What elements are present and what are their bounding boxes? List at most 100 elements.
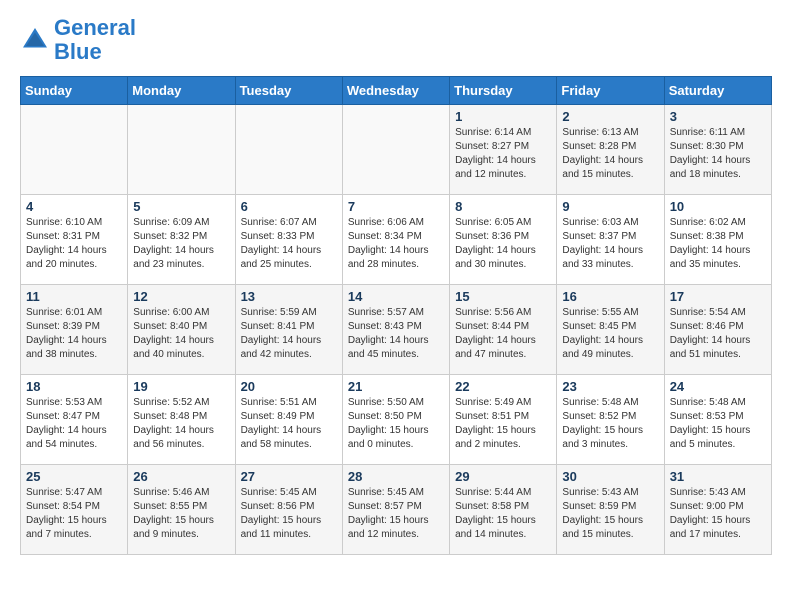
day-number: 19 [133, 379, 229, 394]
day-number: 9 [562, 199, 658, 214]
day-cell-23: 23Sunrise: 5:48 AM Sunset: 8:52 PM Dayli… [557, 375, 664, 465]
header-cell-monday: Monday [128, 77, 235, 105]
day-cell-4: 4Sunrise: 6:10 AM Sunset: 8:31 PM Daylig… [21, 195, 128, 285]
day-cell-11: 11 Sunrise: 6:01 AM Sunset: 8:39 PM Dayli… [21, 285, 128, 375]
day-cell-27: 27 Sunrise: 5:45 AM Sunset: 8:56 PM Dayli… [235, 465, 342, 555]
day-info: Sunrise: 5:45 AM Sunset: 8:56 PM Dayligh… [241, 486, 337, 542]
day-info: Sunrise: 5:46 AM Sunset: 8:55 PM Dayligh… [133, 486, 229, 542]
day-cell-8: 8 Sunrise: 6:05 AM Sunset: 8:36 PM Daylig… [450, 195, 557, 285]
day-info: Sunrise: 5:43 AM Sunset: 8:59 PM Dayligh… [562, 486, 658, 542]
day-info: Sunrise: 6:07 AM Sunset: 8:33 PM Dayligh… [241, 216, 337, 272]
day-number: 22 [455, 379, 551, 394]
day-number: 29 [455, 469, 551, 484]
day-cell-30: 30 Sunrise: 5:43 AM Sunset: 8:59 PM Dayli… [557, 465, 664, 555]
day-cell-5: 5Sunrise: 6:09 AM Sunset: 8:32 PM Daylig… [128, 195, 235, 285]
day-number: 5 [133, 199, 229, 214]
day-number: 27 [241, 469, 337, 484]
day-info: Sunrise: 5:57 AM Sunset: 8:43 PM Dayligh… [348, 306, 444, 362]
day-number: 28 [348, 469, 444, 484]
day-cell-12: 12 Sunrise: 6:00 AM Sunset: 8:40 PM Dayli… [128, 285, 235, 375]
day-number: 11 [26, 289, 122, 304]
week-row-5: 25 Sunrise: 5:47 AM Sunset: 8:54 PM Dayli… [21, 465, 772, 555]
empty-cell [21, 105, 128, 195]
week-row-1: 1Sunrise: 6:14 AM Sunset: 8:27 PM Daylig… [21, 105, 772, 195]
day-info: Sunrise: 5:44 AM Sunset: 8:58 PM Dayligh… [455, 486, 551, 542]
day-number: 6 [241, 199, 337, 214]
day-info: Sunrise: 5:47 AM Sunset: 8:54 PM Dayligh… [26, 486, 122, 542]
day-cell-15: 15 Sunrise: 5:56 AM Sunset: 8:44 PM Dayli… [450, 285, 557, 375]
day-info: Sunrise: 6:01 AM Sunset: 8:39 PM Dayligh… [26, 306, 122, 362]
logo: GeneralBlue [20, 16, 136, 64]
day-info: Sunrise: 6:02 AM Sunset: 8:38 PM Dayligh… [670, 216, 766, 272]
day-cell-6: 6 Sunrise: 6:07 AM Sunset: 8:33 PM Daylig… [235, 195, 342, 285]
header: GeneralBlue [20, 16, 772, 64]
day-info: Sunrise: 6:03 AM Sunset: 8:37 PM Dayligh… [562, 216, 658, 272]
header-cell-tuesday: Tuesday [235, 77, 342, 105]
day-cell-24: 24Sunrise: 5:48 AM Sunset: 8:53 PM Dayli… [664, 375, 771, 465]
day-cell-7: 7Sunrise: 6:06 AM Sunset: 8:34 PM Daylig… [342, 195, 449, 285]
empty-cell [235, 105, 342, 195]
logo-text: GeneralBlue [54, 16, 136, 64]
day-number: 21 [348, 379, 444, 394]
day-info: Sunrise: 6:06 AM Sunset: 8:34 PM Dayligh… [348, 216, 444, 272]
day-info: Sunrise: 5:51 AM Sunset: 8:49 PM Dayligh… [241, 396, 337, 452]
day-info: Sunrise: 6:05 AM Sunset: 8:36 PM Dayligh… [455, 216, 551, 272]
day-info: Sunrise: 6:13 AM Sunset: 8:28 PM Dayligh… [562, 126, 658, 182]
day-info: Sunrise: 5:48 AM Sunset: 8:52 PM Dayligh… [562, 396, 658, 452]
day-cell-22: 22 Sunrise: 5:49 AM Sunset: 8:51 PM Dayli… [450, 375, 557, 465]
header-cell-sunday: Sunday [21, 77, 128, 105]
day-info: Sunrise: 5:56 AM Sunset: 8:44 PM Dayligh… [455, 306, 551, 362]
day-cell-16: 16 Sunrise: 5:55 AM Sunset: 8:45 PM Dayli… [557, 285, 664, 375]
header-cell-wednesday: Wednesday [342, 77, 449, 105]
day-info: Sunrise: 5:55 AM Sunset: 8:45 PM Dayligh… [562, 306, 658, 362]
logo-icon [20, 25, 50, 55]
day-number: 14 [348, 289, 444, 304]
week-row-4: 18 Sunrise: 5:53 AM Sunset: 8:47 PM Dayli… [21, 375, 772, 465]
day-info: Sunrise: 5:59 AM Sunset: 8:41 PM Dayligh… [241, 306, 337, 362]
day-number: 25 [26, 469, 122, 484]
day-cell-17: 17Sunrise: 5:54 AM Sunset: 8:46 PM Dayli… [664, 285, 771, 375]
day-info: Sunrise: 5:53 AM Sunset: 8:47 PM Dayligh… [26, 396, 122, 452]
day-info: Sunrise: 5:52 AM Sunset: 8:48 PM Dayligh… [133, 396, 229, 452]
day-info: Sunrise: 5:49 AM Sunset: 8:51 PM Dayligh… [455, 396, 551, 452]
header-row: SundayMondayTuesdayWednesdayThursdayFrid… [21, 77, 772, 105]
empty-cell [342, 105, 449, 195]
day-cell-29: 29 Sunrise: 5:44 AM Sunset: 8:58 PM Dayli… [450, 465, 557, 555]
header-cell-thursday: Thursday [450, 77, 557, 105]
header-cell-saturday: Saturday [664, 77, 771, 105]
day-cell-28: 28 Sunrise: 5:45 AM Sunset: 8:57 PM Dayli… [342, 465, 449, 555]
day-number: 30 [562, 469, 658, 484]
day-number: 3 [670, 109, 766, 124]
day-number: 8 [455, 199, 551, 214]
empty-cell [128, 105, 235, 195]
day-cell-1: 1Sunrise: 6:14 AM Sunset: 8:27 PM Daylig… [450, 105, 557, 195]
week-row-2: 4Sunrise: 6:10 AM Sunset: 8:31 PM Daylig… [21, 195, 772, 285]
day-number: 4 [26, 199, 122, 214]
day-cell-13: 13 Sunrise: 5:59 AM Sunset: 8:41 PM Dayli… [235, 285, 342, 375]
day-number: 15 [455, 289, 551, 304]
day-cell-25: 25 Sunrise: 5:47 AM Sunset: 8:54 PM Dayli… [21, 465, 128, 555]
day-cell-14: 14 Sunrise: 5:57 AM Sunset: 8:43 PM Dayli… [342, 285, 449, 375]
day-number: 16 [562, 289, 658, 304]
day-cell-26: 26 Sunrise: 5:46 AM Sunset: 8:55 PM Dayli… [128, 465, 235, 555]
day-info: Sunrise: 5:50 AM Sunset: 8:50 PM Dayligh… [348, 396, 444, 452]
day-cell-19: 19 Sunrise: 5:52 AM Sunset: 8:48 PM Dayli… [128, 375, 235, 465]
day-cell-9: 9 Sunrise: 6:03 AM Sunset: 8:37 PM Daylig… [557, 195, 664, 285]
day-number: 13 [241, 289, 337, 304]
day-number: 1 [455, 109, 551, 124]
day-number: 18 [26, 379, 122, 394]
day-number: 2 [562, 109, 658, 124]
day-number: 31 [670, 469, 766, 484]
header-cell-friday: Friday [557, 77, 664, 105]
calendar-table: SundayMondayTuesdayWednesdayThursdayFrid… [20, 76, 772, 555]
day-number: 26 [133, 469, 229, 484]
day-cell-3: 3Sunrise: 6:11 AM Sunset: 8:30 PM Daylig… [664, 105, 771, 195]
day-number: 24 [670, 379, 766, 394]
day-info: Sunrise: 6:00 AM Sunset: 8:40 PM Dayligh… [133, 306, 229, 362]
calendar-page: GeneralBlue SundayMondayTuesdayWednesday… [0, 0, 792, 571]
day-cell-18: 18 Sunrise: 5:53 AM Sunset: 8:47 PM Dayli… [21, 375, 128, 465]
day-cell-21: 21 Sunrise: 5:50 AM Sunset: 8:50 PM Dayli… [342, 375, 449, 465]
day-cell-2: 2 Sunrise: 6:13 AM Sunset: 8:28 PM Daylig… [557, 105, 664, 195]
day-number: 12 [133, 289, 229, 304]
day-info: Sunrise: 5:45 AM Sunset: 8:57 PM Dayligh… [348, 486, 444, 542]
